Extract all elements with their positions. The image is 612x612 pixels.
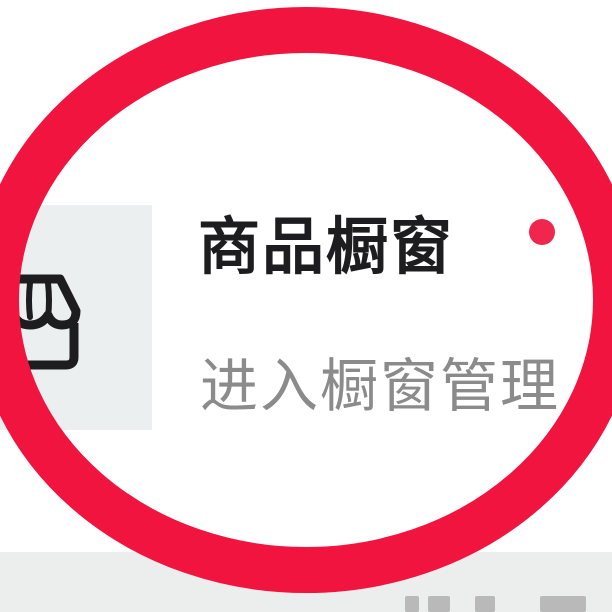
icon-tile (0, 205, 152, 430)
screen: 商品橱窗 进入橱窗管理 (0, 0, 612, 612)
showcase-title: 商品橱窗 (198, 210, 455, 283)
product-showcase-entry[interactable]: 商品橱窗 进入橱窗管理 (0, 0, 612, 612)
showcase-subtitle: 进入橱窗管理 (200, 352, 561, 420)
next-row-cut-off-text (0, 596, 612, 612)
storefront-icon (0, 274, 81, 370)
new-indicator-dot (529, 219, 555, 245)
